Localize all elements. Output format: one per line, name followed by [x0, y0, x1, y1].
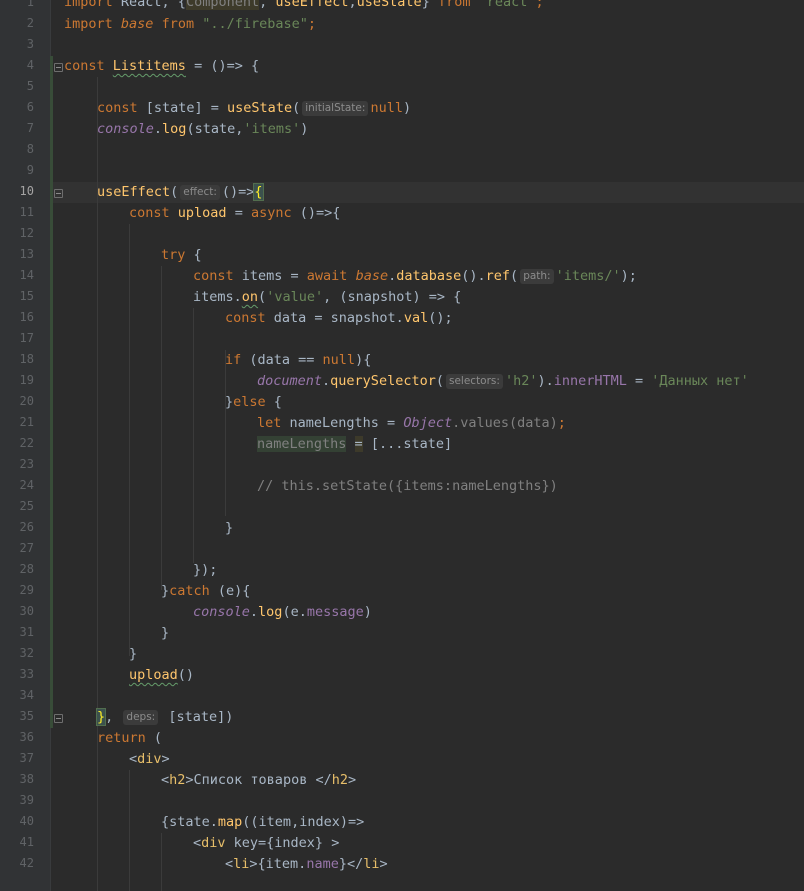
line-number[interactable]: 5: [0, 76, 34, 97]
code-line-43-partial: [225, 875, 306, 891]
line-number[interactable]: 34: [0, 685, 34, 706]
code-line-40[interactable]: {state.map((item,index)=>: [161, 812, 364, 833]
code-line-35[interactable]: }, deps: [state]): [95, 707, 233, 728]
line-number[interactable]: 13: [0, 244, 34, 265]
parameter-hint: effect:: [180, 185, 220, 200]
indent-guide: [193, 308, 194, 563]
code-line-13[interactable]: try {: [161, 245, 202, 266]
line-number[interactable]: 31: [0, 622, 34, 643]
code-line-36[interactable]: return (: [97, 728, 162, 749]
line-number[interactable]: 20: [0, 391, 34, 412]
line-number[interactable]: 32: [0, 643, 34, 664]
code-line-2[interactable]: import base from "../firebase";: [64, 14, 316, 35]
code-line-22[interactable]: nameLengths = [...state]: [257, 434, 452, 455]
indent-guide: [225, 350, 226, 516]
code-line-4[interactable]: const Listitems = ()=> {: [64, 56, 259, 77]
code-line-1[interactable]: import React, {Component, useEffect,useS…: [64, 0, 544, 13]
line-number[interactable]: 28: [0, 559, 34, 580]
line-number[interactable]: 37: [0, 748, 34, 769]
line-number[interactable]: 18: [0, 349, 34, 370]
line-number[interactable]: 25: [0, 496, 34, 517]
line-number[interactable]: 4: [0, 55, 34, 76]
line-number[interactable]: 38: [0, 769, 34, 790]
line-number[interactable]: 23: [0, 454, 34, 475]
line-number[interactable]: 21: [0, 412, 34, 433]
code-line-32[interactable]: }: [129, 644, 137, 665]
code-line-20[interactable]: }else {: [225, 392, 282, 413]
parameter-hint: path:: [520, 269, 554, 284]
line-number[interactable]: 1: [0, 0, 34, 13]
code-line-7[interactable]: console.log(state,'items'): [97, 119, 308, 140]
line-number[interactable]: 35: [0, 706, 34, 727]
line-number[interactable]: 29: [0, 580, 34, 601]
code-line-10[interactable]: useEffect(effect: ()=>{: [97, 182, 264, 203]
line-number[interactable]: 12: [0, 223, 34, 244]
indent-guide: [129, 770, 130, 891]
line-number[interactable]: 9: [0, 160, 34, 181]
line-number[interactable]: 15: [0, 286, 34, 307]
code-line-18[interactable]: if (data == null){: [225, 350, 371, 371]
code-line-31[interactable]: }: [161, 623, 169, 644]
line-number[interactable]: 30: [0, 601, 34, 622]
matched-brace: }: [95, 708, 107, 726]
parameter-hint: deps:: [123, 710, 159, 725]
line-number[interactable]: 14: [0, 265, 34, 286]
code-line-16[interactable]: const data = snapshot.val();: [225, 308, 453, 329]
indent-guide: [161, 833, 162, 891]
code-line-19[interactable]: document.querySelector(selectors:'h2').i…: [257, 371, 749, 392]
line-number[interactable]: 7: [0, 118, 34, 139]
code-line-37[interactable]: <div>: [129, 749, 170, 770]
fold-icon[interactable]: [54, 63, 63, 72]
code-line-30[interactable]: console.log(e.message): [193, 602, 372, 623]
code-line-41[interactable]: <div key={index} >: [193, 833, 339, 854]
line-number[interactable]: 24: [0, 475, 34, 496]
code-line-14[interactable]: const items = await base.database().ref(…: [193, 266, 637, 287]
line-number[interactable]: 6: [0, 97, 34, 118]
fold-icon[interactable]: [54, 714, 63, 723]
code-line-11[interactable]: const upload = async ()=>{: [129, 203, 340, 224]
line-number[interactable]: 33: [0, 664, 34, 685]
code-line-15[interactable]: items.on('value', (snapshot) => {: [193, 287, 461, 308]
code-line-29[interactable]: }catch (e){: [161, 581, 250, 602]
parameter-hint: selectors:: [445, 374, 503, 389]
line-number[interactable]: 3: [0, 34, 34, 55]
code-editor[interactable]: 1 2 3 4 5 6 7 8 9 10 11 12 13 14 15 16 17 18 19 20 21 22 23 24 2…: [0, 0, 804, 891]
code-line-26[interactable]: }: [225, 518, 233, 539]
code-line-24[interactable]: // this.setState({items:nameLengths}): [257, 476, 558, 497]
line-number[interactable]: 42: [0, 853, 34, 874]
line-number[interactable]: 36: [0, 727, 34, 748]
code-line-42[interactable]: <li>{item.name}</li>: [225, 854, 388, 875]
vcs-change-marker: [50, 56, 53, 182]
vcs-change-marker: [50, 182, 53, 728]
line-number[interactable]: 19: [0, 370, 34, 391]
fold-icon[interactable]: [54, 189, 63, 198]
line-number[interactable]: 2: [0, 13, 34, 34]
line-number[interactable]: 40: [0, 811, 34, 832]
code-line-6[interactable]: const [state] = useState(initialState: nu…: [97, 98, 411, 119]
line-number[interactable]: 27: [0, 538, 34, 559]
line-number[interactable]: 16: [0, 307, 34, 328]
parameter-hint: initialState:: [302, 101, 369, 116]
indent-guide: [129, 224, 130, 656]
indent-guide: [161, 266, 162, 590]
line-number[interactable]: 8: [0, 139, 34, 160]
line-number[interactable]: 11: [0, 202, 34, 223]
code-line-21[interactable]: let nameLengths = Object.values(data);: [257, 413, 566, 434]
line-number[interactable]: 17: [0, 328, 34, 349]
line-number[interactable]: 22: [0, 433, 34, 454]
line-number[interactable]: 39: [0, 790, 34, 811]
code-line-33[interactable]: upload(): [129, 665, 194, 686]
code-line-38[interactable]: <h2>Список товаров </h2>: [161, 770, 356, 791]
line-number[interactable]: 41: [0, 832, 34, 853]
code-line-28[interactable]: });: [193, 560, 217, 581]
line-number[interactable]: 26: [0, 517, 34, 538]
matched-brace: {: [253, 183, 264, 201]
line-number[interactable]: 10: [0, 181, 34, 202]
